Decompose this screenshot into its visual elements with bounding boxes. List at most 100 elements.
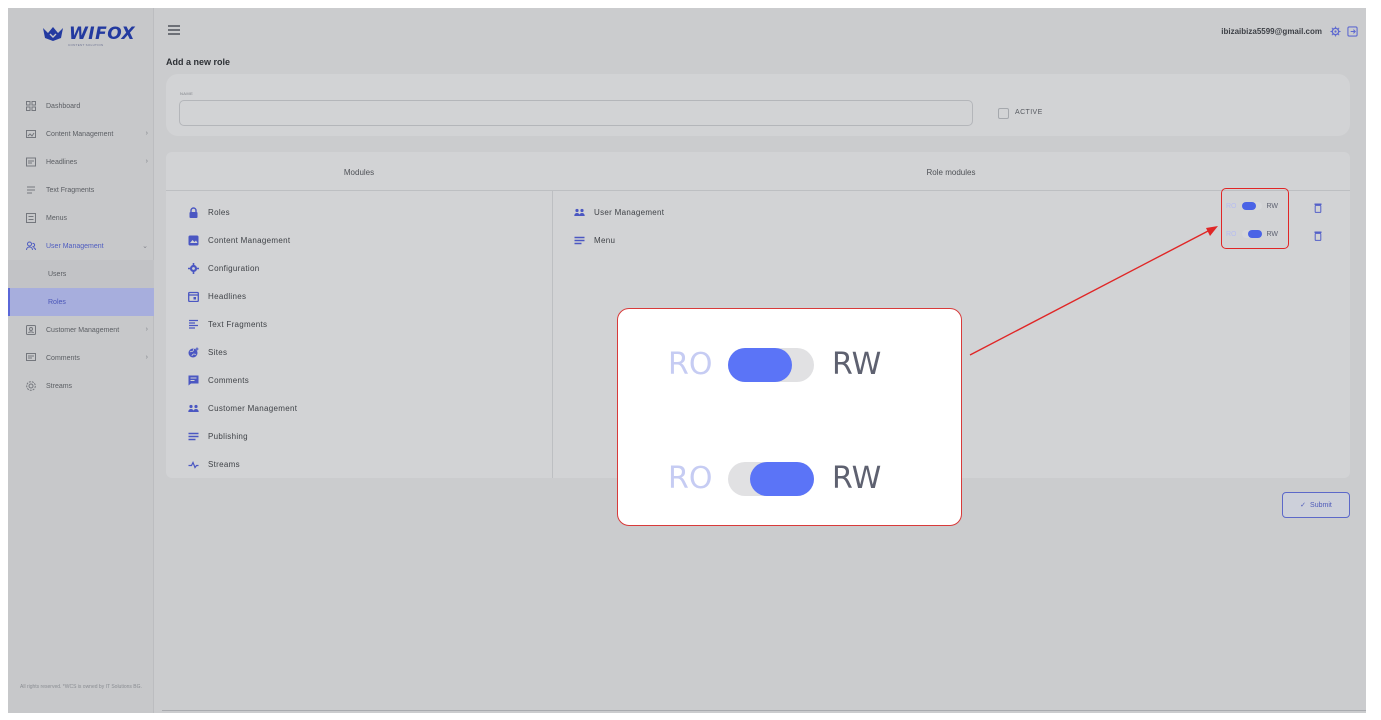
stream-icon	[188, 459, 199, 470]
brand-logo[interactable]: WIFOX	[42, 24, 135, 44]
sidebar: WIFOX CONTENT SOLUTION Dashboard Content…	[8, 8, 154, 713]
brand-tagline: CONTENT SOLUTION	[68, 43, 104, 47]
module-item[interactable]: Sites	[188, 338, 297, 366]
module-item[interactable]: Comments	[188, 366, 297, 394]
role-module-item[interactable]: Menu	[574, 226, 664, 254]
zoom-callout: RO RW RO RW	[617, 308, 962, 526]
dashboard-icon	[26, 101, 36, 111]
sidebar-item-label: Headlines	[46, 158, 78, 166]
module-label: Customer Management	[208, 403, 298, 413]
headlines-icon	[26, 157, 36, 167]
toggle-highlight-box	[1221, 188, 1289, 249]
footer-note: All rights reserved. *WCS is owned by IT…	[20, 684, 142, 690]
sidebar-item-label: Text Fragments	[46, 186, 95, 194]
sidebar-subitem-label: Users	[48, 270, 67, 278]
sidebar-item-label: User Management	[46, 242, 104, 250]
callout-ro-label: RO	[668, 347, 713, 382]
globe-icon	[188, 347, 199, 358]
chevron-right-icon: ›	[145, 326, 148, 333]
chevron-right-icon: ›	[145, 130, 148, 137]
sidebar-item-label: Comments	[46, 354, 80, 362]
sidebar-item-text-fragments[interactable]: Text Fragments	[8, 176, 154, 204]
available-modules-list: Roles Content Management Configuration H…	[188, 198, 297, 478]
callout-toggle-ro: RO RW	[668, 347, 881, 382]
sidebar-item-user-management[interactable]: User Management ⌄	[8, 232, 154, 260]
submit-label: Submit	[1310, 501, 1332, 509]
sidebar-item-streams[interactable]: Streams	[8, 372, 154, 400]
sidebar-item-label: Streams	[46, 382, 73, 390]
callout-ro-label: RO	[668, 461, 713, 496]
image-icon	[188, 235, 199, 246]
list-icon	[188, 431, 199, 442]
role-modules-column-header: Role modules	[926, 168, 976, 177]
module-item[interactable]: Text Fragments	[188, 310, 297, 338]
sidebar-item-comments[interactable]: Comments ›	[8, 344, 154, 372]
group-icon	[574, 207, 585, 218]
module-item[interactable]: Roles	[188, 198, 297, 226]
name-card: NAME ACTIVE	[166, 74, 1350, 136]
module-item[interactable]: Content Management	[188, 226, 297, 254]
sidebar-subitem-users[interactable]: Users	[8, 260, 154, 288]
list-icon	[574, 235, 585, 246]
gear-icon	[188, 262, 199, 274]
sidebar-item-content-management[interactable]: Content Management ›	[8, 120, 154, 148]
role-modules-list: User Management Menu	[574, 198, 664, 254]
menu-icon	[26, 213, 36, 223]
name-input[interactable]	[179, 100, 973, 126]
user-email[interactable]: ibizaibiza5599@gmail.com	[1221, 27, 1322, 36]
delete-trash-icon[interactable]	[1314, 200, 1322, 213]
topbar: ibizaibiza5599@gmail.com	[154, 8, 1366, 48]
module-label: Text Fragments	[208, 319, 268, 329]
sidebar-item-label: Content Management	[46, 130, 114, 138]
module-item[interactable]: Headlines	[188, 282, 297, 310]
module-label: Sites	[208, 347, 228, 357]
sidebar-item-label: Menus	[46, 214, 68, 222]
content-icon	[26, 129, 36, 139]
chevron-right-icon: ›	[145, 354, 148, 361]
sidebar-nav: Dashboard Content Management › Headlines…	[8, 92, 154, 400]
module-label: Roles	[208, 207, 230, 217]
calendar-icon	[188, 291, 199, 302]
callout-rw-label: RW	[832, 347, 882, 382]
sidebar-item-label: Customer Management	[46, 326, 120, 334]
streams-icon	[26, 381, 36, 391]
sidebar-item-dashboard[interactable]: Dashboard	[8, 92, 154, 120]
role-module-label: Menu	[594, 235, 616, 245]
brand-name: WIFOX	[69, 24, 136, 44]
role-module-label: User Management	[594, 207, 665, 217]
bottom-divider	[162, 710, 1366, 711]
chevron-down-icon: ⌄	[142, 243, 148, 250]
active-checkbox[interactable]	[998, 108, 1009, 119]
logo-mark-icon	[43, 27, 63, 41]
group-icon	[188, 403, 199, 414]
column-divider	[552, 191, 553, 478]
lock-icon	[188, 206, 199, 218]
module-label: Streams	[208, 459, 240, 469]
sidebar-item-customer-management[interactable]: Customer Management ›	[8, 316, 154, 344]
name-label: NAME	[180, 91, 194, 96]
module-label: Comments	[208, 375, 250, 385]
hamburger-menu-icon[interactable]	[168, 25, 180, 37]
comment-icon	[188, 375, 199, 386]
logout-icon[interactable]	[1347, 24, 1358, 37]
module-item[interactable]: Configuration	[188, 254, 297, 282]
module-item[interactable]: Publishing	[188, 422, 297, 450]
active-label: ACTIVE	[1015, 109, 1043, 116]
callout-toggle-track	[728, 461, 814, 496]
modules-column-header: Modules	[343, 168, 375, 177]
module-label: Publishing	[208, 431, 248, 441]
comments-icon	[26, 353, 36, 363]
customer-icon	[26, 325, 36, 335]
module-item[interactable]: Streams	[188, 450, 297, 478]
sidebar-subitem-roles[interactable]: Roles	[8, 288, 154, 316]
callout-toggle-track	[728, 347, 814, 382]
submit-button[interactable]: ✓ Submit	[1282, 492, 1350, 518]
role-module-item[interactable]: User Management	[574, 198, 664, 226]
check-icon: ✓	[1300, 502, 1307, 509]
sidebar-item-headlines[interactable]: Headlines ›	[8, 148, 154, 176]
callout-rw-label: RW	[832, 461, 882, 496]
settings-gear-icon[interactable]	[1330, 24, 1341, 37]
module-item[interactable]: Customer Management	[188, 394, 297, 422]
delete-trash-icon[interactable]	[1314, 228, 1322, 241]
sidebar-item-menus[interactable]: Menus	[8, 204, 154, 232]
